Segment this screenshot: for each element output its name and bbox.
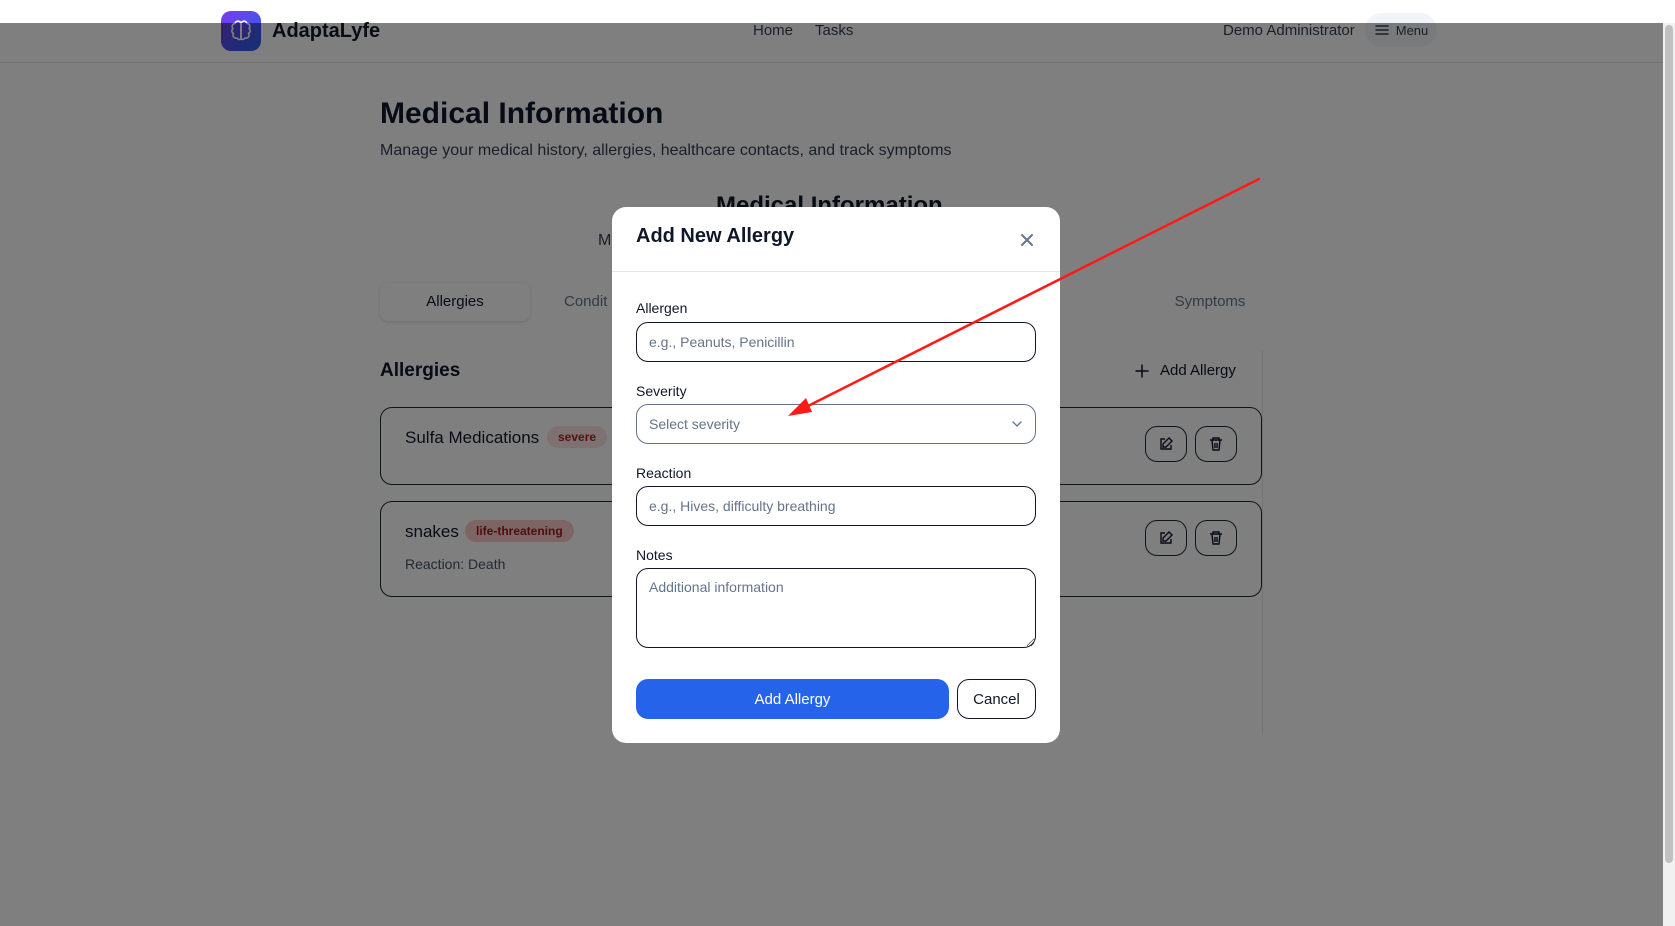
close-button[interactable]	[1018, 231, 1036, 249]
severity-select-value: Select severity	[649, 416, 741, 432]
cancel-button[interactable]: Cancel	[957, 679, 1036, 719]
allergen-label: Allergen	[636, 300, 688, 316]
severity-label: Severity	[636, 383, 687, 399]
allergen-input[interactable]	[636, 322, 1036, 362]
dialog-header: Add New Allergy	[612, 207, 1060, 272]
reaction-label: Reaction	[636, 465, 692, 481]
scrollbar-thumb[interactable]	[1665, 25, 1673, 863]
submit-allergy-button[interactable]: Add Allergy	[636, 679, 949, 719]
severity-select[interactable]: Select severity	[636, 404, 1036, 444]
notes-textarea[interactable]	[636, 568, 1036, 648]
close-icon	[1021, 234, 1033, 246]
add-allergy-dialog: Add New Allergy Allergen Severity Select…	[612, 207, 1060, 743]
page-scrollbar[interactable]	[1663, 23, 1675, 926]
dialog-title: Add New Allergy	[636, 225, 795, 247]
reaction-input[interactable]	[636, 486, 1036, 526]
chevron-down-icon	[1012, 421, 1022, 427]
notes-label: Notes	[636, 547, 673, 563]
